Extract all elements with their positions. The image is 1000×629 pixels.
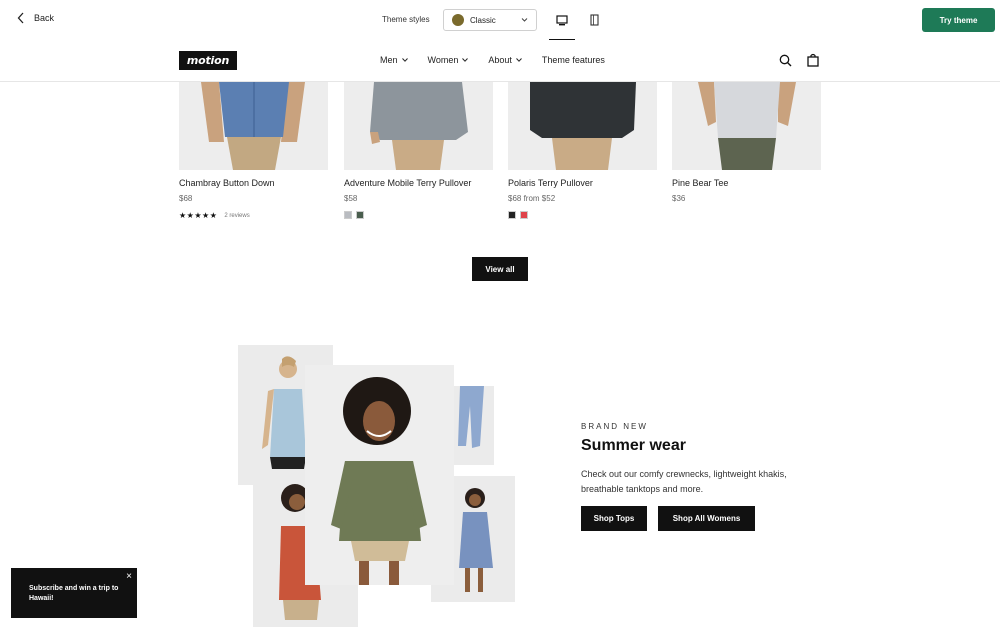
mobile-icon [589, 14, 599, 26]
review-count: 2 reviews [224, 212, 250, 219]
product-card[interactable]: Pine Bear Tee $36 [672, 82, 821, 203]
product-image[interactable] [508, 82, 657, 170]
nav-theme-features-label: Theme features [541, 55, 605, 65]
store-logo[interactable]: motion [179, 51, 237, 70]
product-card[interactable]: Chambray Button Down $68 ★★★★★ 2 reviews [179, 82, 328, 220]
star-rating-icon: ★★★★★ [179, 211, 218, 220]
product-name[interactable]: Pine Bear Tee [672, 178, 728, 188]
product-price: $58 [344, 194, 358, 203]
product-name[interactable]: Adventure Mobile Terry Pullover [344, 178, 471, 188]
swatch-grey[interactable] [344, 211, 352, 219]
collage-photo-main-sweater [305, 365, 454, 585]
try-theme-button[interactable]: Try theme [922, 8, 995, 32]
mobile-view-button[interactable] [583, 9, 605, 31]
product-card[interactable]: Adventure Mobile Terry Pullover $58 [344, 82, 493, 219]
chevron-down-icon [462, 58, 469, 62]
product-name[interactable]: Polaris Terry Pullover [508, 178, 593, 188]
color-swatches [508, 211, 528, 219]
swatch-red[interactable] [520, 211, 528, 219]
search-icon[interactable] [779, 54, 792, 67]
main-nav: Men Women About Theme features [380, 55, 625, 65]
chevron-down-icon [521, 18, 528, 22]
swatch-black[interactable] [508, 211, 516, 219]
theme-style-value: Classic [470, 15, 496, 25]
back-button[interactable]: Back [17, 12, 54, 24]
collage-photo-jeans [454, 386, 494, 465]
shop-all-womens-button[interactable]: Shop All Womens [658, 506, 755, 531]
nav-women-label: Women [427, 55, 459, 65]
view-all-button[interactable]: View all [472, 257, 528, 281]
cart-bag-icon[interactable] [807, 53, 819, 67]
nav-men[interactable]: Men [380, 55, 408, 65]
chevron-down-icon [401, 58, 408, 62]
nav-about[interactable]: About [488, 55, 522, 65]
style-color-swatch [452, 14, 464, 26]
shop-tops-button[interactable]: Shop Tops [581, 506, 647, 531]
back-label: Back [34, 13, 55, 23]
chevron-left-icon [17, 12, 24, 24]
promo-title: Summer wear [581, 437, 686, 454]
close-icon[interactable]: × [126, 571, 132, 582]
product-image[interactable] [672, 82, 821, 170]
nav-about-label: About [488, 55, 512, 65]
theme-style-select[interactable]: Classic [443, 9, 537, 31]
product-price: $36 [672, 194, 686, 203]
nav-men-label: Men [380, 55, 398, 65]
theme-editor-bar: Back Theme styles Classic Try theme [0, 0, 1000, 41]
subscribe-popup[interactable]: Subscribe and win a trip to Hawaii! × [11, 568, 137, 618]
color-swatches [344, 211, 364, 219]
swatch-green[interactable] [356, 211, 364, 219]
nav-women[interactable]: Women [428, 55, 469, 65]
desktop-icon [556, 14, 568, 25]
store-header: motion Men Women About Theme features [0, 40, 1000, 82]
product-price: $68 [179, 194, 193, 203]
product-image[interactable] [179, 82, 328, 170]
popup-message: Subscribe and win a trip to Hawaii! [29, 585, 119, 602]
product-card[interactable]: Polaris Terry Pullover $68 from $52 [508, 82, 657, 219]
product-price: $68 from $52 [508, 194, 556, 203]
desktop-view-button[interactable] [549, 9, 575, 41]
promo-eyebrow: BRAND NEW [581, 422, 648, 431]
product-rating: ★★★★★ 2 reviews [179, 211, 250, 220]
theme-styles-label: Theme styles [382, 15, 430, 24]
product-name[interactable]: Chambray Button Down [179, 178, 275, 188]
nav-theme-features[interactable]: Theme features [542, 55, 605, 65]
chevron-down-icon [516, 58, 522, 62]
product-image[interactable] [344, 82, 493, 170]
promo-description: Check out our comfy crewnecks, lightweig… [581, 469, 787, 494]
